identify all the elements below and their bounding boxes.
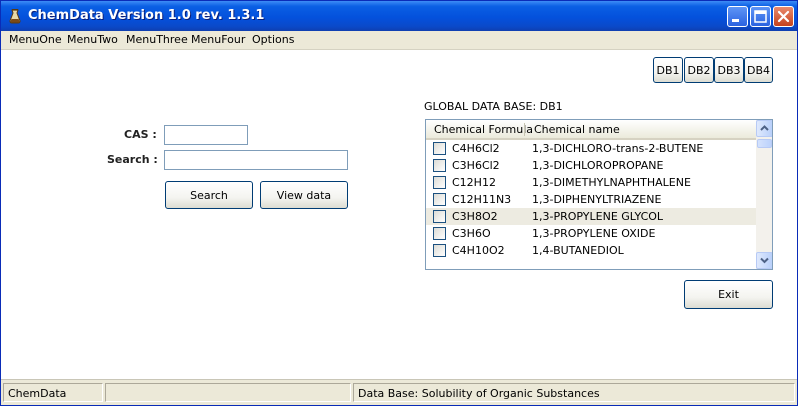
main-panel: DB1 DB2 DB3 DB4 CAS : Search : Search Vi… xyxy=(1,50,797,379)
close-icon xyxy=(777,10,790,23)
chemical-name-cell: 1,3-DICHLORO-trans-2-BUTENE xyxy=(532,142,704,155)
exit-button[interactable]: Exit xyxy=(684,280,773,309)
chevron-up-icon xyxy=(760,125,769,131)
chemical-name-cell: 1,3-DIPHENYLTRIAZENE xyxy=(532,193,662,206)
chemical-formula-cell: C4H6Cl2 xyxy=(452,142,500,155)
row-checkbox[interactable] xyxy=(433,176,446,189)
list-header: Chemical Formula Chemical name xyxy=(426,120,756,140)
status-database: Data Base: Solubility of Organic Substan… xyxy=(358,387,600,400)
view-data-button[interactable]: View data xyxy=(260,181,348,209)
chemical-formula-cell: C12H12 xyxy=(452,176,496,189)
menu-menutwo[interactable]: MenuTwo xyxy=(67,33,118,46)
chemical-formula-cell: C4H10O2 xyxy=(452,244,505,257)
status-bar: ChemData Data Base: Solubility of Organi… xyxy=(1,379,797,405)
vertical-scrollbar[interactable] xyxy=(756,120,772,269)
table-row[interactable]: C3H8O2 1,3-PROPYLENE GLYCOL xyxy=(426,208,756,225)
chemical-name-cell: 1,3-PROPYLENE GLYCOL xyxy=(532,210,664,223)
search-label: Search : xyxy=(107,153,158,166)
db4-button[interactable]: DB4 xyxy=(744,57,773,83)
window-title: ChemData Version 1.0 rev. 1.3.1 xyxy=(28,8,265,23)
menu-options[interactable]: Options xyxy=(252,33,294,46)
row-checkbox[interactable] xyxy=(433,244,446,257)
chemical-name-cell: 1,3-PROPYLENE OXIDE xyxy=(532,227,656,240)
status-panel-empty xyxy=(105,383,351,402)
row-checkbox[interactable] xyxy=(433,193,446,206)
table-row[interactable]: C3H6O 1,3-PROPYLENE OXIDE xyxy=(426,225,756,242)
column-separator[interactable] xyxy=(524,123,525,136)
app-icon xyxy=(7,8,23,24)
list-body: C4H6Cl2 1,3-DICHLORO-trans-2-BUTENE C3H6Cl… xyxy=(426,140,756,269)
chemical-name-cell: 1,3-DICHLOROPROPANE xyxy=(532,159,664,172)
table-row[interactable]: C4H10O2 1,4-BUTANEDIOL xyxy=(426,242,756,259)
search-button[interactable]: Search xyxy=(165,181,253,209)
status-app-name: ChemData xyxy=(8,387,67,400)
maximize-button[interactable] xyxy=(750,6,771,27)
row-checkbox[interactable] xyxy=(433,159,446,172)
chemical-formula-cell: C3H6Cl2 xyxy=(452,159,500,172)
scroll-thumb[interactable] xyxy=(757,139,772,148)
db2-button[interactable]: DB2 xyxy=(684,57,714,83)
column-chemical-name[interactable]: Chemical name xyxy=(534,123,620,136)
row-checkbox[interactable] xyxy=(433,142,446,155)
scroll-up-button[interactable] xyxy=(756,120,772,137)
db1-button[interactable]: DB1 xyxy=(653,57,683,83)
cas-label: CAS : xyxy=(124,128,157,141)
chevron-down-icon xyxy=(760,257,769,264)
table-row[interactable]: C12H12 1,3-DIMETHYLNAPHTHALENE xyxy=(426,174,756,191)
row-checkbox[interactable] xyxy=(433,227,446,240)
close-button[interactable] xyxy=(773,6,794,27)
menu-menuone[interactable]: MenuOne xyxy=(9,33,62,46)
menu-menuthree[interactable]: MenuThree xyxy=(126,33,188,46)
db3-button[interactable]: DB3 xyxy=(714,57,744,83)
chemical-formula-cell: C12H11N3 xyxy=(452,193,512,206)
chemical-name-cell: 1,4-BUTANEDIOL xyxy=(532,244,624,257)
search-input[interactable] xyxy=(164,150,348,170)
chemical-list[interactable]: Chemical Formula Chemical name C4H6Cl2 1,… xyxy=(425,119,773,270)
column-chemical-formula[interactable]: Chemical Formula xyxy=(434,123,533,136)
app-window: ChemData Version 1.0 rev. 1.3.1 MenuOne … xyxy=(0,0,798,406)
chemical-name-cell: 1,3-DIMETHYLNAPHTHALENE xyxy=(532,176,691,189)
minimize-button[interactable] xyxy=(727,6,748,27)
chemical-formula-cell: C3H6O xyxy=(452,227,491,240)
table-row[interactable]: C12H11N3 1,3-DIPHENYLTRIAZENE xyxy=(426,191,756,208)
maximize-icon xyxy=(754,10,767,23)
cas-input[interactable] xyxy=(164,125,248,145)
row-checkbox[interactable] xyxy=(433,210,446,223)
minimize-icon xyxy=(732,19,739,22)
menu-menufour[interactable]: MenuFour xyxy=(191,33,245,46)
chemical-formula-cell: C3H8O2 xyxy=(452,210,498,223)
database-heading: GLOBAL DATA BASE: DB1 xyxy=(424,100,563,113)
scroll-down-button[interactable] xyxy=(756,252,772,269)
table-row[interactable]: C4H6Cl2 1,3-DICHLORO-trans-2-BUTENE xyxy=(426,140,756,157)
menu-bar: MenuOne MenuTwo MenuThree MenuFour Optio… xyxy=(1,31,797,50)
table-row[interactable]: C3H6Cl2 1,3-DICHLOROPROPANE xyxy=(426,157,756,174)
title-bar[interactable]: ChemData Version 1.0 rev. 1.3.1 xyxy=(1,1,797,31)
